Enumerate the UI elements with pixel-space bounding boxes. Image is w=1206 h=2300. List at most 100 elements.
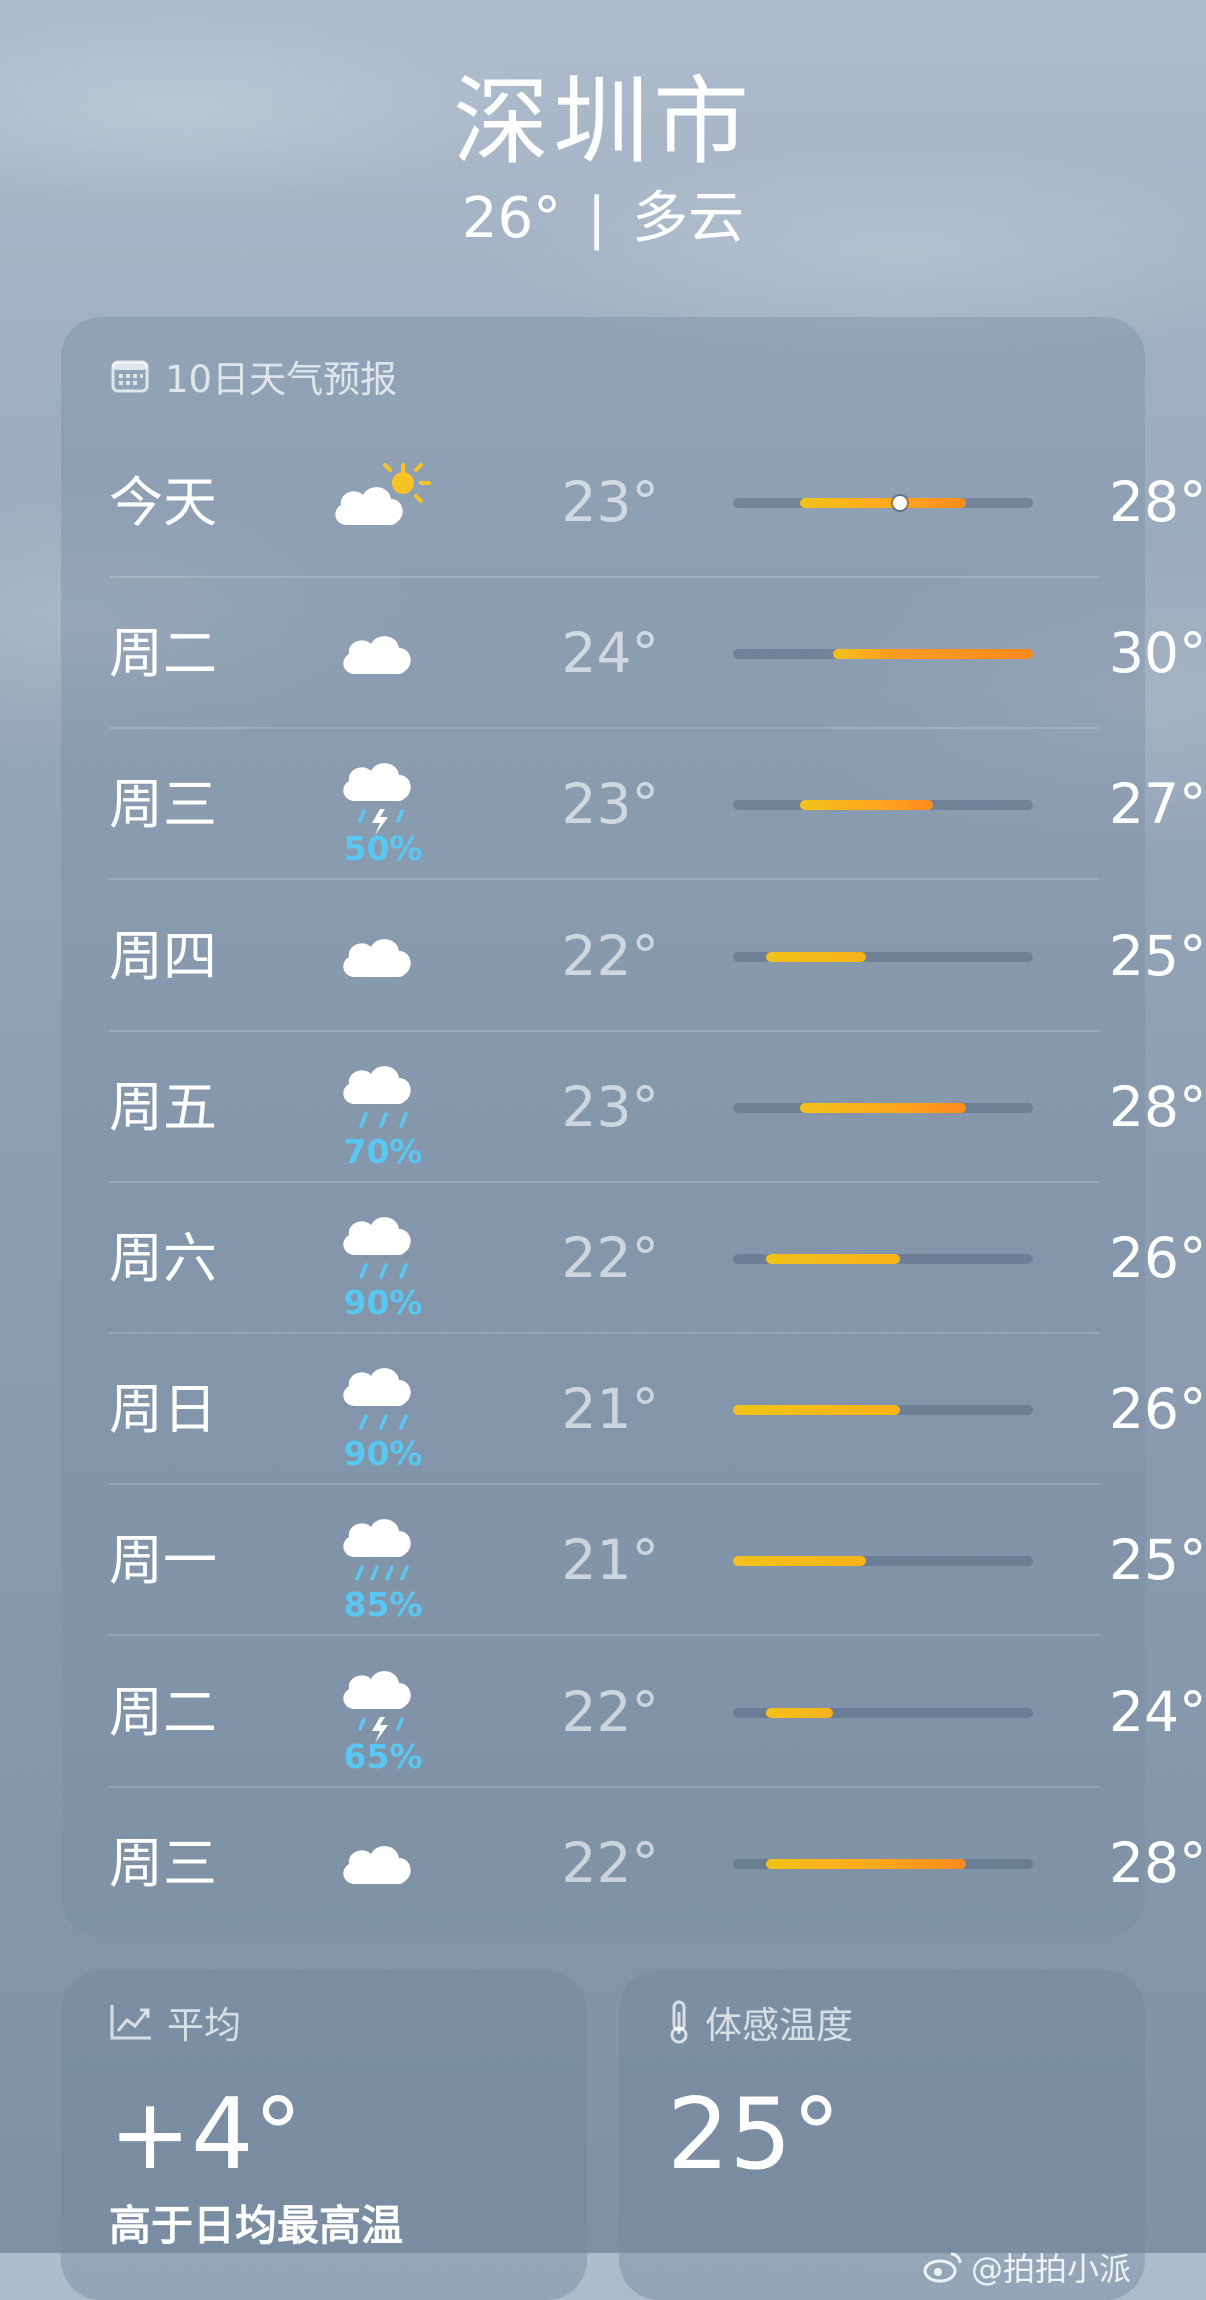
high-temperature: 25° (1109, 923, 1206, 988)
temperature-range-bar (733, 800, 1033, 811)
temperature-range-fill (733, 1556, 867, 1567)
low-temperature: 22° (561, 1830, 660, 1895)
high-temperature: 28° (1109, 1074, 1206, 1139)
forecast-weather (333, 427, 433, 578)
precipitation-chance: 90% (343, 1283, 423, 1322)
forecast-weather: 85% (333, 1485, 433, 1636)
average-tile[interactable]: 平均 +4° 高于日均最高温 (61, 1970, 587, 2300)
temperature-range-fill (833, 649, 1033, 660)
city-name: 深圳市 (453, 66, 753, 178)
high-temperature: 25° (1109, 1528, 1206, 1593)
low-temperature: 23° (561, 470, 660, 534)
drizzle-icon (343, 1065, 411, 1128)
temperature-range-fill (766, 951, 867, 962)
forecast-day: 周四 (109, 924, 217, 988)
temperature-range-bar (733, 649, 1033, 660)
thunderstorm-icon (343, 1670, 411, 1743)
temperature-range-fill (799, 800, 933, 811)
rain-icon (343, 1217, 411, 1279)
feels-like-label: 体感温度 (705, 2004, 853, 2047)
high-temperature: 26° (1109, 1226, 1206, 1290)
forecast-day: 周三 (109, 773, 217, 837)
forecast-day: 周五 (109, 1075, 217, 1139)
high-temperature: 26° (1109, 1377, 1206, 1442)
forecast-day: 周三 (109, 1831, 217, 1895)
precipitation-chance: 85% (343, 1585, 423, 1625)
temperature-range-bar (733, 1102, 1033, 1113)
forecast-day: 周一 (109, 1529, 217, 1593)
low-temperature: 24° (561, 621, 660, 686)
forecast-day: 周六 (109, 1227, 217, 1290)
partly-sunny-icon (335, 463, 431, 525)
watermark-text: @拍拍小派 (970, 2250, 1131, 2288)
forecast-row[interactable]: 周五 70% 23° 28° (109, 1032, 1206, 1183)
low-temperature: 22° (561, 1679, 660, 1744)
low-temperature: 21° (561, 1377, 660, 1442)
temperature-range-bar (733, 496, 1033, 510)
calendar-icon (111, 360, 149, 393)
average-tile-header: 平均 (109, 1994, 241, 2050)
thermometer-icon (670, 2000, 688, 2044)
ten-day-forecast-card[interactable]: 10日天气预报 今天 23° 28° 周二 24° 30° 周三 50% 23° 27° 周四 22°… (61, 317, 1206, 1939)
forecast-row[interactable]: 今天 23° 28° (109, 427, 1206, 578)
thunderstorm-icon (343, 763, 411, 836)
temperature-range-bar (733, 951, 1033, 962)
temperature-range-fill (766, 1254, 900, 1264)
forecast-row[interactable]: 周二 65% 22° 24° (109, 1637, 1206, 1788)
precipitation-chance: 90% (343, 1434, 423, 1474)
feels-like-value: 25° (667, 2078, 841, 2192)
low-temperature: 21° (561, 1528, 660, 1593)
forecast-row[interactable]: 周四 22° 25° (109, 881, 1206, 1032)
forecast-row[interactable]: 周三 22° 28° (109, 1788, 1206, 1939)
precipitation-chance: 70% (343, 1131, 423, 1171)
temperature-range-bar (733, 1254, 1033, 1264)
forecast-row[interactable]: 周一 85% 21° 25° (109, 1485, 1206, 1637)
forecast-row[interactable]: 周三 50% 23° 27° (109, 729, 1206, 881)
average-label: 平均 (167, 2004, 241, 2047)
high-temperature: 24° (1109, 1679, 1206, 1744)
current-conditions: 26° | 多云 (0, 182, 1206, 256)
forecast-weather: 90% (333, 1334, 433, 1485)
cloud-icon (343, 636, 411, 675)
temperature-range-fill (766, 1707, 833, 1718)
cloud-icon (343, 1845, 411, 1884)
forecast-day: 周二 (109, 1680, 217, 1744)
rain-icon (343, 1368, 411, 1430)
weibo-icon (923, 2252, 962, 2283)
current-condition: 多云 (632, 186, 745, 251)
high-temperature: 28° (1109, 1830, 1206, 1895)
current-temperature: 26° (461, 186, 562, 251)
forecast-row[interactable]: 周日 90% 21° 26° (109, 1334, 1206, 1486)
forecast-row[interactable]: 周二 24° 30° (109, 578, 1206, 730)
average-description: 高于日均最高温 (109, 2201, 404, 2250)
precipitation-chance: 50% (343, 829, 423, 869)
low-temperature: 22° (561, 1226, 660, 1290)
forecast-card-title: 10日天气预报 (165, 358, 398, 401)
heavy-rain-icon (343, 1519, 411, 1582)
forecast-weather: 90% (333, 1183, 433, 1334)
forecast-weather (333, 1788, 433, 1939)
temperature-range-fill (799, 498, 967, 508)
temperature-range-bar (733, 1556, 1033, 1567)
low-temperature: 23° (561, 1074, 660, 1139)
forecast-weather (333, 578, 433, 729)
forecast-row[interactable]: 周六 90% 22° 26° (109, 1183, 1206, 1334)
feels-like-header: 体感温度 (667, 1994, 853, 2050)
temperature-range-fill (733, 1405, 900, 1416)
forecast-weather (333, 881, 433, 1032)
forecast-weather: 70% (333, 1032, 433, 1183)
cloud-icon (343, 938, 411, 977)
average-value: +4° (109, 2078, 303, 2192)
precipitation-chance: 65% (343, 1736, 423, 1776)
current-temperature-marker (892, 496, 907, 510)
high-temperature: 30° (1109, 621, 1206, 686)
forecast-weather: 65% (333, 1637, 433, 1788)
temperature-range-bar (733, 1707, 1033, 1718)
high-temperature: 27° (1109, 772, 1206, 837)
forecast-day: 周日 (109, 1378, 217, 1442)
feels-like-tile[interactable]: 体感温度 25° @拍拍小派 (619, 1970, 1145, 2300)
temperature-range-fill (799, 1102, 967, 1113)
trend-chart-icon (110, 2005, 151, 2040)
separator: | (587, 186, 607, 251)
high-temperature: 28° (1109, 470, 1206, 534)
